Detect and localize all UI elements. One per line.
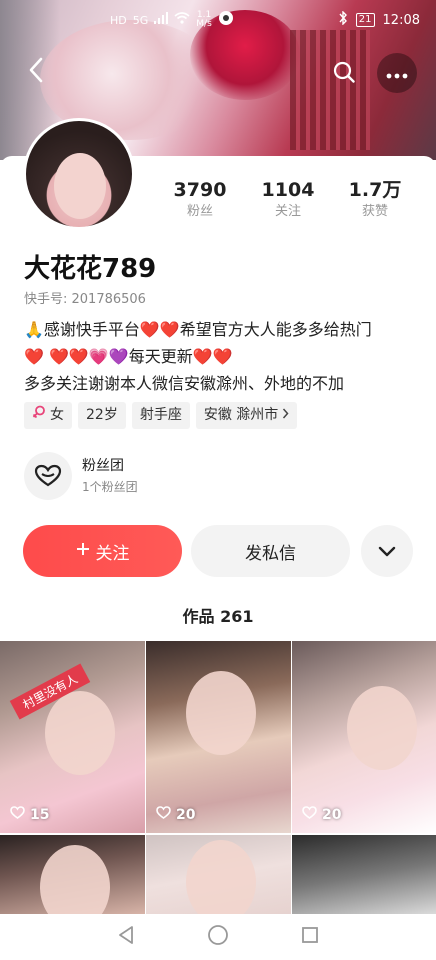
bio: 🙏感谢快手平台❤️❤️希望官方大人能多多给热门 ❤️ ❤️❤️💗💜每天更新❤️❤… [24, 316, 420, 397]
tag-age: 22岁 [78, 402, 126, 429]
more-horizontal-icon [386, 64, 408, 83]
system-nav-bar [0, 914, 436, 960]
work-likes: 15 [10, 806, 49, 823]
nav-back-button[interactable] [114, 925, 138, 949]
work-thumbnail[interactable] [0, 835, 145, 915]
kuaishou-id: 快手号: 201786506 [24, 292, 146, 307]
heart-outline-icon [156, 806, 171, 823]
status-bar: HD 5G 1.1 M/s 21 12:08 [0, 0, 436, 40]
stat-likes[interactable]: 1.7万 获赞 [340, 178, 410, 222]
work-likes: 20 [302, 806, 341, 823]
work-likes: 20 [156, 806, 195, 823]
square-recents-icon [301, 926, 319, 948]
work-thumbnail[interactable] [146, 835, 291, 915]
stat-label: 关注 [274, 204, 301, 219]
profile-stats: 3790 粉丝 1104 关注 1.7万 获赞 [0, 178, 436, 228]
wifi-icon [174, 12, 190, 28]
search-icon [333, 61, 355, 87]
fan-group-subtitle: 1个粉丝团 [82, 480, 138, 494]
work-thumbnail[interactable]: 20 [292, 641, 436, 833]
expand-button[interactable] [361, 525, 413, 577]
tag-location[interactable]: 安徽 滁州市 [195, 402, 298, 429]
stat-value: 1104 [261, 179, 315, 201]
female-icon [32, 402, 46, 429]
follow-button[interactable]: 关注 [23, 525, 182, 577]
fan-group-title: 粉丝团 [82, 458, 124, 474]
bio-line: 🙏感谢快手平台❤️❤️希望官方大人能多多给热门 [24, 320, 372, 339]
triangle-back-icon [117, 925, 135, 949]
tag-zodiac: 射手座 [131, 402, 190, 429]
nav-home-button[interactable] [206, 925, 230, 949]
fan-group-heart-icon [24, 452, 72, 500]
plus-icon [76, 541, 90, 561]
nav-recents-button[interactable] [298, 925, 322, 949]
search-button[interactable] [324, 54, 364, 94]
network-indicator: 5G [132, 13, 149, 27]
work-thumbnail[interactable]: 村里没有人 15 [0, 641, 145, 833]
back-button[interactable] [16, 52, 56, 92]
work-thumbnail[interactable]: 20 [146, 641, 291, 833]
stat-value: 3790 [173, 179, 227, 201]
more-button[interactable] [377, 53, 417, 93]
chevron-left-icon [28, 57, 44, 87]
stat-label: 粉丝 [186, 204, 213, 219]
chevron-down-icon [378, 542, 396, 561]
tag-gender: 女 [24, 402, 72, 429]
message-button[interactable]: 发私信 [191, 525, 350, 577]
app-notification-icon [218, 10, 234, 30]
works-grid: 村里没有人 15 20 20 [0, 641, 436, 915]
signal-icon [154, 12, 169, 28]
username: 大花花789 [24, 254, 157, 284]
stat-following[interactable]: 1104 关注 [253, 178, 323, 222]
speed-indicator: 1.1 M/s [196, 10, 212, 29]
stat-value: 1.7万 [348, 179, 402, 201]
battery-indicator: 21 [355, 13, 375, 27]
bluetooth-icon [338, 10, 348, 29]
profile-tags: 女 22岁 射手座 安徽 滁州市 [24, 402, 298, 429]
works-title[interactable]: 作品 261 [0, 603, 436, 627]
work-thumbnail[interactable] [292, 835, 436, 915]
status-time: 12:08 [382, 12, 420, 28]
bio-line: ❤️ ❤️❤️💗💜每天更新❤️❤️ [24, 347, 233, 366]
heart-outline-icon [302, 806, 317, 823]
stat-label: 获赞 [361, 204, 388, 219]
chevron-right-icon [282, 402, 289, 429]
bio-line: 多多关注谢谢本人微信安徽滁州、外地的不加 [24, 374, 345, 393]
circle-home-icon [207, 924, 229, 950]
fan-group[interactable]: 粉丝团 1个粉丝团 [24, 452, 138, 500]
hd-indicator: HD [110, 13, 127, 27]
stat-fans[interactable]: 3790 粉丝 [165, 178, 235, 222]
heart-outline-icon [10, 806, 25, 823]
